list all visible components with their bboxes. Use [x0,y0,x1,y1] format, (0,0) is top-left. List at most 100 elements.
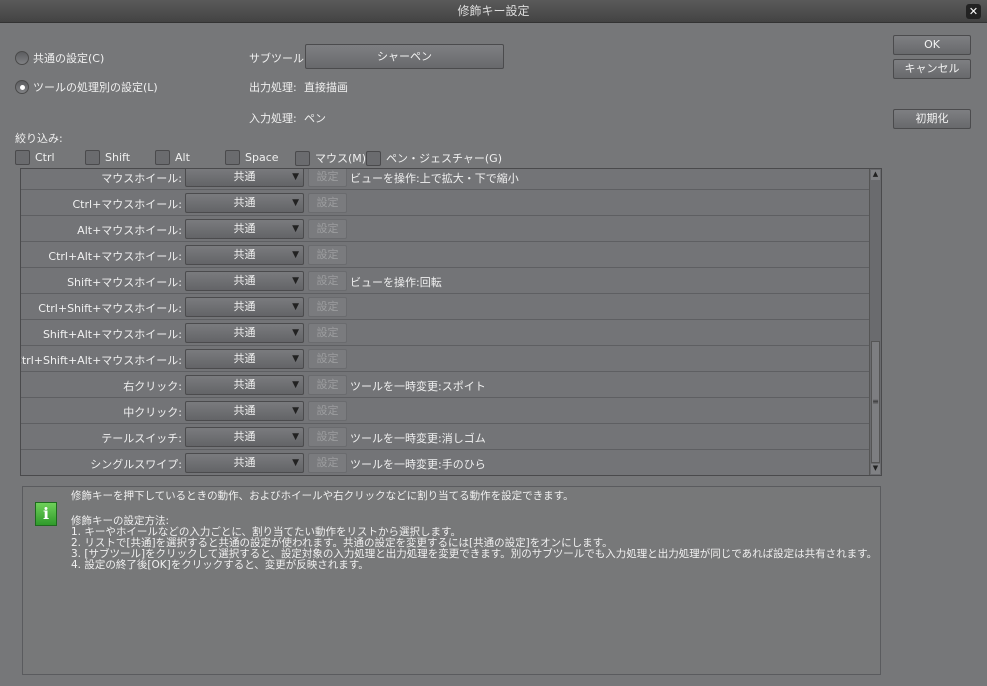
filter-label: 絞り込み: [15,132,63,145]
common-settings-radio[interactable]: 共通の設定(C) [15,50,104,66]
dropdown-value: 共通 [233,248,256,261]
title-bar: 修飾キー設定 ✕ [0,0,987,23]
key-label: Ctrl+Alt+マウスホイール: [48,250,182,263]
set-button[interactable]: 設定 [308,375,347,395]
dropdown-value: 共通 [233,326,256,339]
filter-pen-gesture-checkbox[interactable]: ペン・ジェスチャー(G) [366,150,502,166]
action-description: ビューを操作:回転 [350,276,442,289]
reset-button[interactable]: 初期化 [893,109,971,129]
chevron-down-icon: ▼ [292,432,299,442]
checkbox-label: Ctrl [35,151,55,164]
set-button[interactable]: 設定 [308,271,347,291]
scrollbar[interactable]: ▲ ≡ ▼ [869,169,881,475]
dropdown-value: 共通 [233,430,256,443]
chevron-down-icon: ▼ [292,406,299,416]
action-dropdown[interactable]: 共通 ▼ [185,245,304,265]
action-description: ツールを一時変更:スポイト [350,380,486,393]
key-label: 中クリック: [123,406,182,419]
filter-space-checkbox[interactable]: Space [225,150,279,165]
set-button[interactable]: 設定 [308,169,347,187]
action-dropdown[interactable]: 共通 ▼ [185,375,304,395]
action-dropdown[interactable]: 共通 ▼ [185,271,304,291]
chevron-down-icon: ▼ [292,328,299,338]
set-button[interactable]: 設定 [308,193,347,213]
radio-label: 共通の設定(C) [33,52,105,65]
checkbox-label: ペン・ジェスチャー(G) [386,152,502,165]
list-row: Ctrl+マウスホイール: 共通 ▼ 設定 [21,190,870,216]
ok-button[interactable]: OK [893,35,971,55]
filter-ctrl-checkbox[interactable]: Ctrl [15,150,55,165]
action-dropdown[interactable]: 共通 ▼ [185,453,304,473]
list-row: マウスホイール: 共通 ▼ 設定 ビューを操作:上で拡大・下で縮小 [21,169,870,190]
filter-alt-checkbox[interactable]: Alt [155,150,190,165]
key-label: Shift+Alt+マウスホイール: [42,328,182,341]
action-dropdown[interactable]: 共通 ▼ [185,401,304,421]
scroll-thumb[interactable]: ≡ [871,341,880,463]
checkbox [295,150,310,166]
input-process-value: ペン [304,112,326,125]
action-dropdown[interactable]: 共通 ▼ [185,169,304,187]
checkbox-label: Space [245,151,279,164]
dropdown-value: 共通 [233,196,256,209]
set-button[interactable]: 設定 [308,297,347,317]
action-dropdown[interactable]: 共通 ▼ [185,349,304,369]
list-row: Shift+Alt+マウスホイール: 共通 ▼ 設定 [21,320,870,346]
list-row: Shift+マウスホイール: 共通 ▼ 設定 ビューを操作:回転 [21,268,870,294]
checkbox-label: Shift [105,151,131,164]
set-button[interactable]: 設定 [308,401,347,421]
dropdown-value: 共通 [233,274,256,287]
dropdown-value: 共通 [233,456,256,469]
set-button[interactable]: 設定 [308,453,347,473]
checkbox-label: Alt [175,151,190,164]
action-dropdown[interactable]: 共通 ▼ [185,427,304,447]
key-label: 右クリック: [123,380,182,393]
dropdown-value: 共通 [233,300,256,313]
scroll-up-icon[interactable]: ▲ [871,170,880,180]
per-tool-settings-radio[interactable]: ツールの処理別の設定(L) [15,79,158,95]
set-button[interactable]: 設定 [308,245,347,265]
key-label: Shift+マウスホイール: [67,276,182,289]
modifier-key-list: マウスホイール: 共通 ▼ 設定 ビューを操作:上で拡大・下で縮小 Ctrl+マウス… [20,168,882,476]
key-label: Ctrl+Shift+マウスホイール: [38,302,182,315]
chevron-down-icon: ▼ [292,276,299,286]
help-panel: i 修飾キーを押下しているときの動作、およびホイールや右クリックなどに割り当てる… [22,486,881,675]
set-button[interactable]: 設定 [308,349,347,369]
dropdown-value: 共通 [233,404,256,417]
key-label: Alt+マウスホイール: [77,224,182,237]
help-text: 修飾キーを押下しているときの動作、およびホイールや右クリックなどに割り当てる動作… [71,490,574,502]
subtool-button[interactable]: シャーペン [305,44,504,69]
checkbox [15,150,30,165]
list-row: 右クリック: 共通 ▼ 設定 ツールを一時変更:スポイト [21,372,870,398]
set-button[interactable]: 設定 [308,219,347,239]
filter-mouse-checkbox[interactable]: マウス(M) [295,150,366,166]
list-row: Ctrl+Alt+マウスホイール: 共通 ▼ 設定 [21,242,870,268]
action-dropdown[interactable]: 共通 ▼ [185,297,304,317]
chevron-down-icon: ▼ [292,224,299,234]
list-row: Ctrl+Shift+マウスホイール: 共通 ▼ 設定 [21,294,870,320]
key-label: テールスイッチ: [101,432,182,445]
subtool-label: サブツール: [249,52,308,65]
filter-shift-checkbox[interactable]: Shift [85,150,130,165]
chevron-down-icon: ▼ [292,250,299,260]
checkbox [366,150,381,166]
action-dropdown[interactable]: 共通 ▼ [185,323,304,343]
close-icon[interactable]: ✕ [966,4,981,19]
key-label: Ctrl+Shift+Alt+マウスホイール: [20,354,182,367]
chevron-down-icon: ▼ [292,380,299,390]
list-row: テールスイッチ: 共通 ▼ 設定 ツールを一時変更:消しゴム [21,424,870,450]
output-process-label: 出力処理: [249,81,297,94]
set-button[interactable]: 設定 [308,323,347,343]
key-label: マウスホイール: [101,172,182,185]
checkbox [155,150,170,165]
action-dropdown[interactable]: 共通 ▼ [185,193,304,213]
cancel-button[interactable]: キャンセル [893,59,971,79]
help-text: 4. 設定の終了後[OK]をクリックすると、変更が反映されます。 [71,559,369,571]
chevron-down-icon: ▼ [292,354,299,364]
radio-label: ツールの処理別の設定(L) [33,81,158,94]
list-row: Alt+マウスホイール: 共通 ▼ 設定 [21,216,870,242]
set-button[interactable]: 設定 [308,427,347,447]
dropdown-value: 共通 [233,170,256,183]
scroll-down-icon[interactable]: ▼ [871,464,880,474]
info-icon: i [35,502,57,526]
action-dropdown[interactable]: 共通 ▼ [185,219,304,239]
